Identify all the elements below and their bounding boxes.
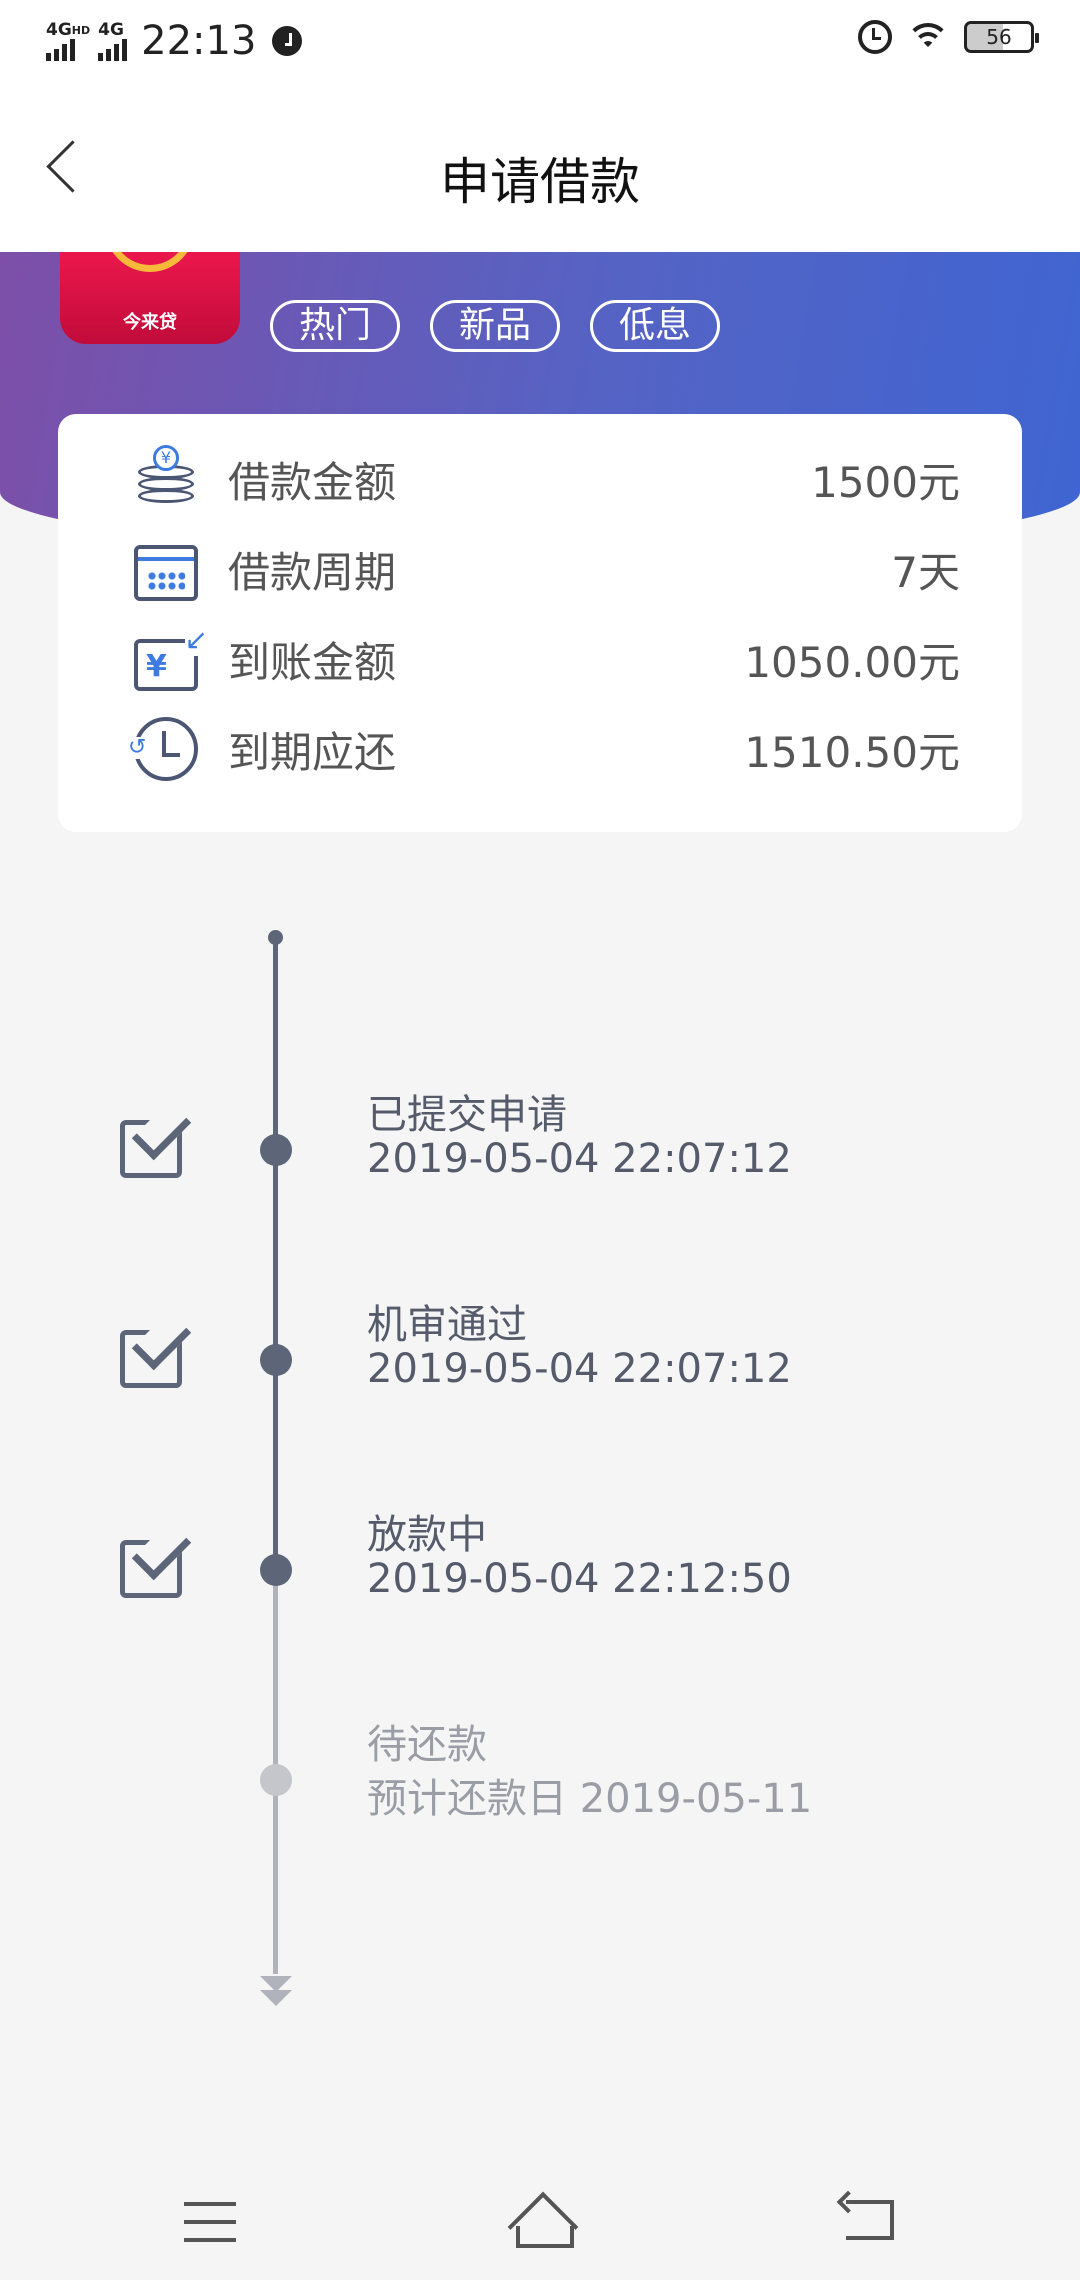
app-logo: 今来贷: [60, 252, 240, 344]
info-label: 到账金额: [228, 637, 397, 687]
timeline-dot: [260, 1344, 292, 1376]
tag-low-interest: 低息: [590, 300, 721, 352]
info-row-loan-period: 借款周期 7天: [134, 524, 960, 614]
product-tags: 热门 新品 低息: [270, 300, 721, 352]
battery-level: 56: [986, 25, 1012, 49]
step-date: 2019-05-04 22:12:50: [367, 1556, 792, 1602]
tag-hot: 热门: [270, 300, 401, 352]
tag-new: 新品: [430, 300, 561, 352]
navigation-bar: 申请借款: [0, 84, 1080, 252]
info-value: 1500元: [811, 457, 960, 507]
timeline-dot: [260, 1134, 292, 1166]
info-value: 1510.50元: [744, 727, 960, 777]
info-value: 7天: [891, 547, 960, 597]
timeline-step-repayment-pending: 待还款 预计还款日 2019-05-11: [0, 1722, 1080, 1870]
back-icon[interactable]: [846, 2200, 894, 2240]
clock-icon: [272, 26, 303, 56]
checkbox-checked-icon: [120, 1330, 182, 1388]
step-date: 2019-05-04 22:07:12: [367, 1136, 792, 1182]
battery-icon: 56: [964, 21, 1039, 53]
checkbox-checked-icon: [120, 1540, 182, 1598]
timeline-dot: [260, 1554, 292, 1586]
info-row-due-amount: ↺ 到期应还 1510.50元: [128, 704, 960, 794]
wifi-icon: [906, 21, 950, 53]
step-date: 预计还款日 2019-05-11: [367, 1776, 813, 1822]
coins-icon: ¥: [134, 445, 198, 511]
timeline-step-disbursing: 放款中 2019-05-04 22:12:50: [0, 1512, 1080, 1660]
info-label: 借款周期: [228, 547, 397, 597]
timeline-line: [273, 934, 278, 1574]
signal-icon: 4GHD: [46, 21, 90, 61]
app-name: 今来贷: [123, 312, 177, 333]
timeline-step-approved: 机审通过 2019-05-04 22:07:12: [0, 1302, 1080, 1450]
system-navigation-bar: [0, 2160, 1080, 2280]
timeline-dot: [260, 1764, 292, 1796]
logo-mark-icon: [105, 252, 195, 272]
step-title: 机审通过: [367, 1302, 527, 1348]
page-title: 申请借款: [440, 153, 640, 211]
step-date: 2019-05-04 22:07:12: [367, 1346, 792, 1392]
menu-icon[interactable]: [184, 2202, 236, 2242]
info-label: 到期应还: [228, 727, 397, 777]
info-value: 1050.00元: [744, 637, 960, 687]
status-right: 56: [858, 20, 1039, 54]
home-icon[interactable]: [506, 2196, 576, 2248]
step-title: 已提交申请: [367, 1092, 567, 1138]
info-row-received-amount: ¥ 到账金额 1050.00元: [134, 614, 960, 704]
timeline-step-submitted: 已提交申请 2019-05-04 22:07:12: [0, 1092, 1080, 1240]
signal-icon-2: 4G: [98, 21, 128, 61]
timeline-end-arrow-icon: [260, 1972, 292, 2012]
loan-info-card: ¥ 借款金额 1500元 借款周期 7天 ¥ 到账金额 1050.00元 ↺ 到…: [58, 414, 1022, 832]
status-left: 4GHD 4G 22:13: [46, 18, 303, 64]
status-time: 22:13: [141, 18, 257, 64]
due-clock-icon: ↺: [128, 717, 198, 781]
step-title: 待还款: [367, 1722, 487, 1768]
info-row-loan-amount: ¥ 借款金额 1500元: [134, 434, 960, 524]
step-title: 放款中: [367, 1512, 487, 1558]
receive-money-icon: ¥: [134, 623, 208, 691]
alarm-icon: [858, 20, 892, 54]
info-label: 借款金额: [228, 457, 397, 507]
status-bar: 4GHD 4G 22:13 56: [0, 0, 1080, 84]
calendar-icon: [134, 545, 198, 601]
checkbox-checked-icon: [120, 1120, 182, 1178]
loan-progress-timeline: 已提交申请 2019-05-04 22:07:12 机审通过 2019-05-0…: [0, 920, 1080, 2020]
